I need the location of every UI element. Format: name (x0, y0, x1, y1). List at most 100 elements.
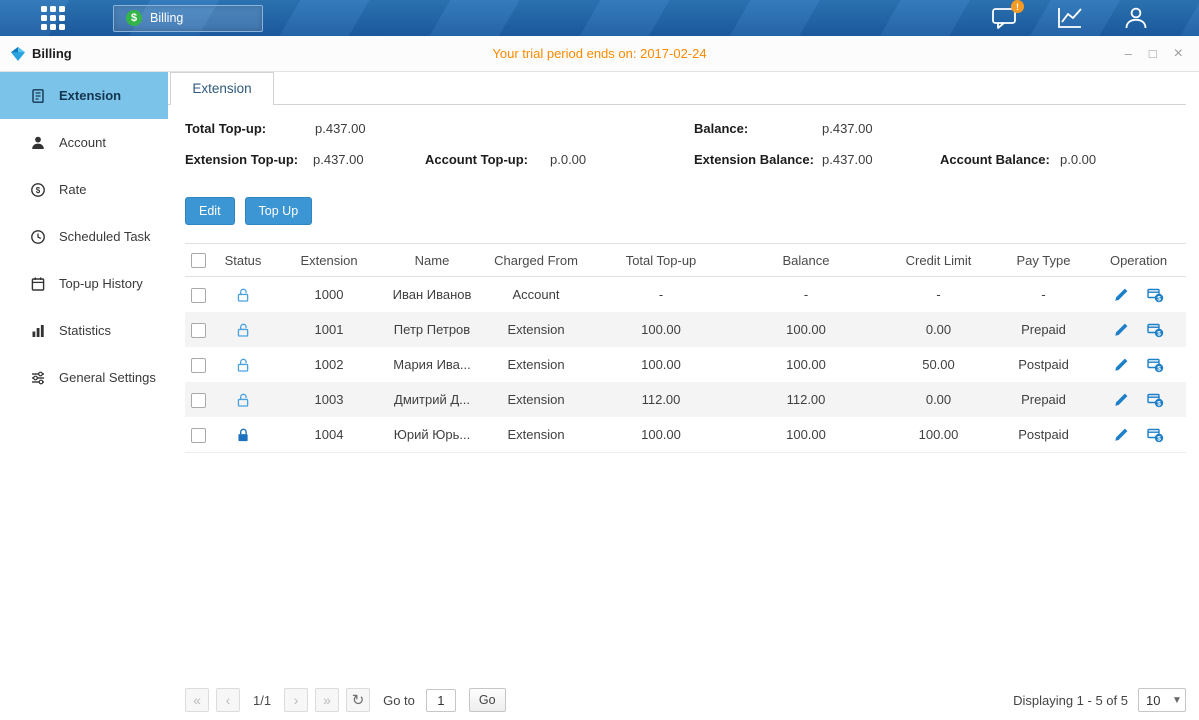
sidebar-item-label: Extension (59, 88, 121, 103)
sidebar-item-account[interactable]: Account (0, 119, 168, 166)
edit-row-icon[interactable] (1114, 392, 1129, 407)
select-all-checkbox[interactable] (191, 253, 206, 268)
cell-charged-from: Account (481, 277, 591, 313)
user-icon (1123, 5, 1149, 31)
topup-row-icon[interactable]: $ (1147, 392, 1164, 408)
window-controls: – □ × (1125, 46, 1199, 62)
edit-button[interactable]: Edit (185, 197, 235, 225)
refresh-button[interactable]: ↻ (346, 688, 370, 712)
window-title: Billing (32, 46, 72, 61)
cell-credit-limit: 0.00 (881, 312, 996, 347)
trial-notice: Your trial period ends on: 2017-02-24 (492, 46, 706, 61)
sidebar-item-general-settings[interactable]: General Settings (0, 354, 168, 401)
account-icon (30, 135, 46, 151)
last-page-button[interactable]: » (315, 688, 339, 712)
extension-topup-label: Extension Top-up: (185, 152, 298, 167)
cell-credit-limit: 100.00 (881, 417, 996, 453)
first-page-button[interactable]: « (185, 688, 209, 712)
topup-row-icon[interactable]: $ (1147, 322, 1164, 338)
maximize-button[interactable]: □ (1149, 47, 1157, 60)
cell-pay-type: - (996, 277, 1091, 313)
cell-extension: 1003 (275, 382, 383, 417)
col-charged-from: Charged From (481, 244, 591, 277)
edit-row-icon[interactable] (1114, 287, 1129, 302)
row-checkbox[interactable] (191, 428, 206, 443)
statistics-icon (30, 323, 46, 339)
next-page-button[interactable]: › (284, 688, 308, 712)
edit-row-icon[interactable] (1114, 357, 1129, 372)
table-row: 1000 Иван Иванов Account - - - - $ (185, 277, 1186, 313)
go-button[interactable]: Go (469, 688, 506, 712)
account-balance-value: p.0.00 (1060, 152, 1096, 167)
sidebar-item-rate[interactable]: $ Rate (0, 166, 168, 213)
notifications-icon[interactable]: ! (989, 4, 1019, 32)
sidebar-item-statistics[interactable]: Statistics (0, 307, 168, 354)
row-checkbox[interactable] (191, 288, 206, 303)
row-checkbox[interactable] (191, 323, 206, 338)
cell-charged-from: Extension (481, 417, 591, 453)
sidebar-item-label: Top-up History (59, 276, 143, 291)
cell-balance: 100.00 (731, 347, 881, 382)
line-chart-icon (1056, 6, 1084, 30)
cell-name: Дмитрий Д... (383, 382, 481, 417)
top-up-button[interactable]: Top Up (245, 197, 313, 225)
user-account-icon[interactable] (1121, 4, 1151, 32)
cell-balance: - (731, 277, 881, 313)
topup-row-icon[interactable]: $ (1147, 427, 1164, 443)
svg-text:$: $ (1157, 330, 1161, 337)
scheduled-task-icon (30, 229, 46, 245)
topup-history-icon (30, 276, 46, 292)
table-actions: Edit Top Up (185, 197, 1186, 225)
displaying-count: Displaying 1 - 5 of 5 (1013, 693, 1128, 708)
topup-row-icon[interactable]: $ (1147, 357, 1164, 373)
page-size-value: 10 (1139, 693, 1169, 708)
notification-badge: ! (1011, 0, 1024, 13)
cell-charged-from: Extension (481, 312, 591, 347)
page-size-select[interactable]: 10 ▼ (1138, 688, 1186, 712)
close-button[interactable]: × (1174, 46, 1183, 62)
cell-charged-from: Extension (481, 347, 591, 382)
cell-total-topup: 100.00 (591, 347, 731, 382)
table-row: 1004 Юрий Юрь... Extension 100.00 100.00… (185, 417, 1186, 453)
col-balance: Balance (731, 244, 881, 277)
goto-page-input[interactable] (426, 689, 456, 712)
cell-name: Петр Петров (383, 312, 481, 347)
balance-value: p.437.00 (822, 121, 873, 136)
pagination-bar: « ‹ 1/1 › » ↻ Go to Go Displaying 1 - 5 … (185, 688, 1186, 712)
prev-page-button[interactable]: ‹ (216, 688, 240, 712)
cell-total-topup: 112.00 (591, 382, 731, 417)
billing-app-tab[interactable]: $ Billing (113, 5, 263, 32)
cell-pay-type: Prepaid (996, 382, 1091, 417)
svg-text:$: $ (36, 186, 41, 195)
cell-extension: 1000 (275, 277, 383, 313)
sidebar-item-label: General Settings (59, 370, 156, 385)
cell-extension: 1001 (275, 312, 383, 347)
svg-text:$: $ (1157, 435, 1161, 442)
col-pay-type: Pay Type (996, 244, 1091, 277)
cell-total-topup: 100.00 (591, 417, 731, 453)
chevron-down-icon: ▼ (1169, 695, 1185, 706)
minimize-button[interactable]: – (1125, 47, 1132, 60)
extensions-table: Status Extension Name Charged From Total… (185, 243, 1186, 453)
tab-extension[interactable]: Extension (170, 72, 274, 105)
window-body: Extension Account $ Rate (0, 72, 1199, 720)
sidebar-item-topup-history[interactable]: Top-up History (0, 260, 168, 307)
col-status: Status (211, 244, 275, 277)
billing-tab-label: Billing (150, 11, 183, 25)
row-checkbox[interactable] (191, 393, 206, 408)
status-lock-icon (236, 391, 251, 406)
row-checkbox[interactable] (191, 358, 206, 373)
reports-chart-icon[interactable] (1055, 4, 1085, 32)
sidebar-item-scheduled-task[interactable]: Scheduled Task (0, 213, 168, 260)
table-row: 1002 Мария Ива... Extension 100.00 100.0… (185, 347, 1186, 382)
cell-name: Мария Ива... (383, 347, 481, 382)
sidebar-item-extension[interactable]: Extension (0, 72, 168, 119)
sidebar: Extension Account $ Rate (0, 72, 168, 720)
edit-row-icon[interactable] (1114, 322, 1129, 337)
account-balance-label: Account Balance: (940, 152, 1050, 167)
edit-row-icon[interactable] (1114, 427, 1129, 442)
topup-row-icon[interactable]: $ (1147, 287, 1164, 303)
table-row: 1001 Петр Петров Extension 100.00 100.00… (185, 312, 1186, 347)
col-extension: Extension (275, 244, 383, 277)
apps-grid-icon[interactable] (38, 5, 68, 31)
